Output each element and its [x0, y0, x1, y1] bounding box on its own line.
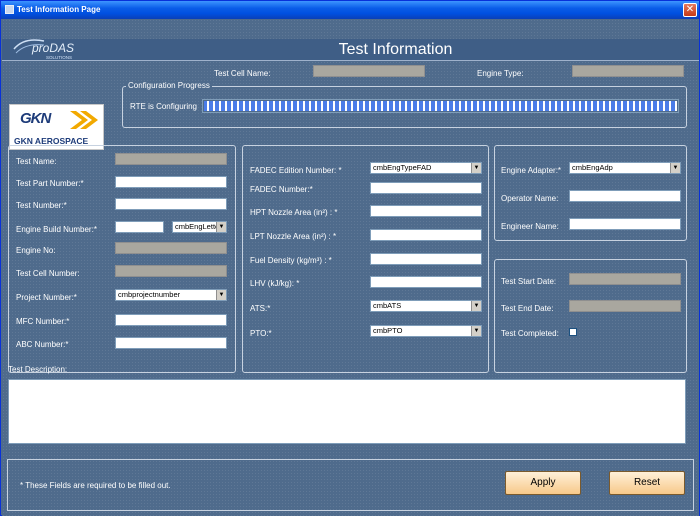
fadec-number-label: FADEC Number:* — [250, 185, 313, 194]
operator-name-input[interactable] — [569, 190, 681, 202]
logo-text: proDAS — [31, 41, 74, 55]
test-number-input[interactable] — [115, 198, 227, 210]
project-number-combo-value: cmbprojectnumber — [118, 290, 181, 299]
required-fields-note: * These Fields are required to be filled… — [20, 481, 171, 490]
mfc-number-input[interactable] — [115, 314, 227, 326]
lhv-input[interactable] — [370, 276, 482, 288]
fuel-density-input[interactable] — [370, 253, 482, 265]
window-title: Test Information Page — [17, 5, 101, 14]
test-cell-name-field — [313, 65, 425, 77]
test-cell-number-field — [115, 265, 227, 277]
pto-combo[interactable]: cmbPTO ▼ — [370, 325, 482, 337]
chevron-down-icon[interactable]: ▼ — [670, 163, 680, 173]
project-number-combo[interactable]: cmbprojectnumber ▼ — [115, 289, 227, 301]
client-area: Test Information proDAS SOLUTIONS Test C… — [2, 19, 699, 516]
ats-combo[interactable]: cmbATS ▼ — [370, 300, 482, 312]
lhv-label: LHV (kJ/kg): * — [250, 279, 300, 288]
header-band: Test Information — [2, 39, 699, 61]
test-start-date-label: Test Start Date: — [501, 277, 557, 286]
reset-button[interactable]: Reset — [609, 471, 685, 495]
chevron-down-icon[interactable]: ▼ — [471, 301, 481, 311]
abc-number-input[interactable] — [115, 337, 227, 349]
ats-label: ATS:* — [250, 304, 271, 313]
pto-combo-value: cmbPTO — [373, 326, 403, 335]
test-completed-label: Test Completed: — [501, 329, 559, 338]
engine-no-field — [115, 242, 227, 254]
test-description-label: Test Description: — [8, 365, 68, 374]
gkn-aerospace-logo: GKN GKN AEROSPACE — [9, 104, 104, 150]
engine-build-number-input[interactable] — [115, 221, 164, 233]
mfc-number-label: MFC Number:* — [16, 317, 70, 326]
test-start-date-field — [569, 273, 681, 285]
test-number-label: Test Number:* — [16, 201, 67, 210]
fadec-edition-label: FADEC Edition Number: * — [250, 166, 342, 175]
close-icon: ✕ — [685, 4, 695, 15]
gkn-chevron-icon — [70, 111, 98, 129]
configuration-progress-title: Configuration Progress — [126, 81, 212, 90]
engine-letter-combo-value: cmbEngLetter — [175, 222, 222, 231]
engine-type-field — [572, 65, 684, 77]
engineer-name-label: Engineer Name: — [501, 222, 559, 231]
lpt-nozzle-input[interactable] — [370, 229, 482, 241]
test-part-number-label: Test Part Number:* — [16, 179, 84, 188]
test-name-label: Test Name: — [16, 157, 57, 166]
chevron-down-icon[interactable]: ▼ — [216, 222, 226, 232]
project-number-label: Project Number:* — [16, 293, 77, 302]
test-cell-number-label: Test Cell Number: — [16, 269, 80, 278]
test-cell-name-label: Test Cell Name: — [214, 69, 271, 78]
hpt-nozzle-input[interactable] — [370, 205, 482, 217]
ats-combo-value: cmbATS — [373, 301, 402, 310]
app-icon — [5, 5, 14, 14]
close-button[interactable]: ✕ — [683, 3, 697, 17]
test-end-date-label: Test End Date: — [501, 304, 554, 313]
fadec-edition-combo-value: cmbEngTypeFAD — [373, 163, 432, 172]
engine-type-label: Engine Type: — [477, 69, 524, 78]
lpt-nozzle-label: LPT Nozzle Area (in²) : * — [250, 232, 337, 241]
chevron-down-icon[interactable]: ▼ — [216, 290, 226, 300]
application-window: Test Information Page ✕ Test Information… — [0, 0, 700, 516]
apply-button[interactable]: Apply — [505, 471, 581, 495]
prodas-logo: proDAS SOLUTIONS — [13, 39, 74, 60]
operator-name-label: Operator Name: — [501, 194, 559, 203]
page-title: Test Information — [338, 41, 453, 58]
hpt-nozzle-label: HPT Nozzle Area (in²) : * — [250, 208, 338, 217]
test-name-field — [115, 153, 227, 165]
gkn-wordmark: GKN — [20, 110, 51, 127]
engineer-name-input[interactable] — [569, 218, 681, 230]
fuel-density-label: Fuel Density (kg/m³) : * — [250, 256, 332, 265]
fadec-number-input[interactable] — [370, 182, 482, 194]
title-bar[interactable]: Test Information Page ✕ — [1, 1, 699, 19]
test-description-textarea[interactable] — [8, 379, 686, 444]
fadec-edition-combo[interactable]: cmbEngTypeFAD ▼ — [370, 162, 482, 174]
engine-adapter-combo-value: cmbEngAdp — [572, 163, 613, 172]
pto-label: PTO:* — [250, 329, 272, 338]
test-part-number-input[interactable] — [115, 176, 227, 188]
engine-adapter-combo[interactable]: cmbEngAdp ▼ — [569, 162, 681, 174]
engine-build-number-label: Engine Build Number:* — [16, 225, 97, 234]
configuration-progress-bar — [202, 99, 679, 113]
chevron-down-icon[interactable]: ▼ — [471, 163, 481, 173]
test-completed-checkbox[interactable] — [569, 328, 577, 336]
rte-configuring-label: RTE is Configuring — [130, 102, 197, 111]
engine-no-label: Engine No: — [16, 246, 56, 255]
chevron-down-icon[interactable]: ▼ — [471, 326, 481, 336]
abc-number-label: ABC Number:* — [16, 340, 69, 349]
test-end-date-field — [569, 300, 681, 312]
engine-letter-combo[interactable]: cmbEngLetter ▼ — [172, 221, 227, 233]
engine-adapter-label: Engine Adapter:* — [501, 166, 562, 175]
logo-subtext: SOLUTIONS — [46, 55, 72, 60]
